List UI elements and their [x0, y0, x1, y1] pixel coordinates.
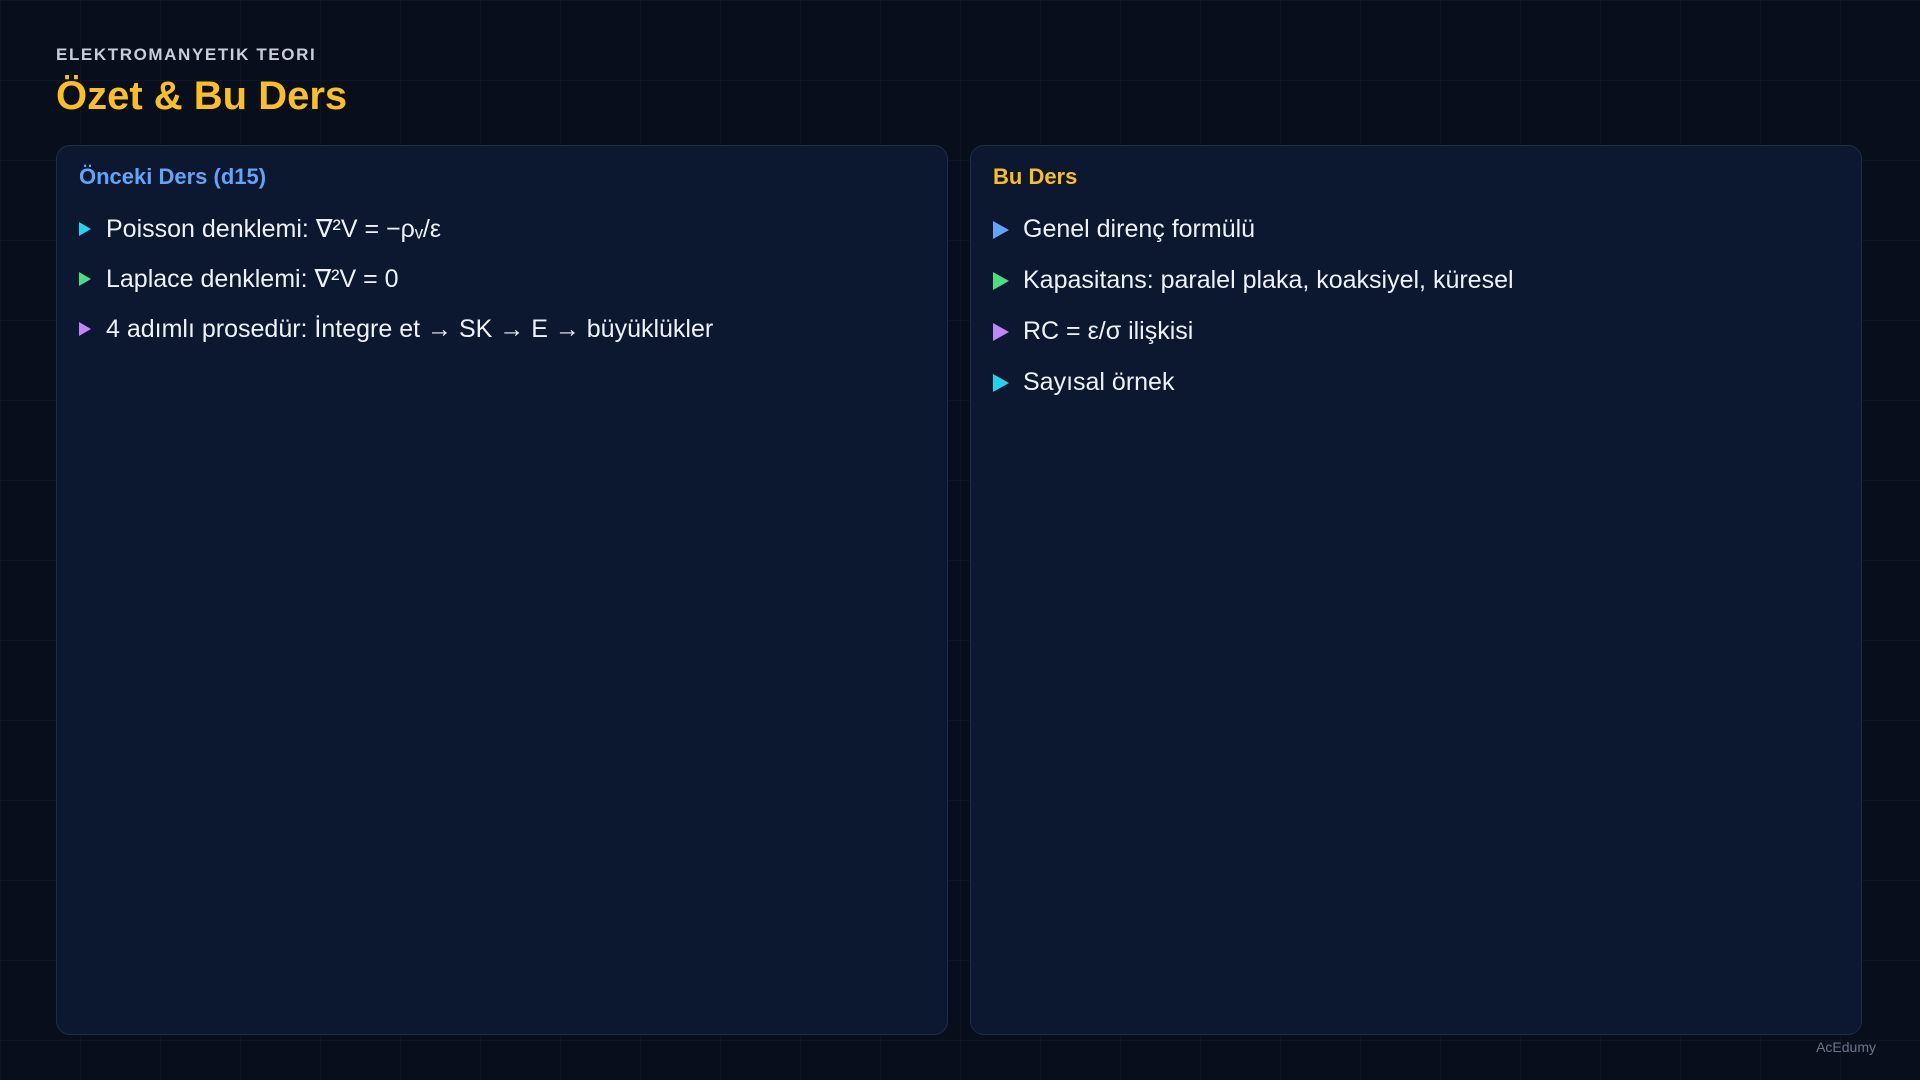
triangle-bullet-icon [79, 272, 91, 286]
triangle-bullet-icon [79, 222, 91, 236]
list-item: Genel direnç formülü [993, 204, 1839, 255]
previous-lesson-heading: Önceki Ders (d15) [79, 164, 267, 189]
slide: { "header": { "eyebrow": "ELEKTROMANYETI… [0, 0, 1920, 1080]
list-item-label: Genel direnç formülü [1023, 215, 1256, 243]
triangle-bullet-icon [79, 322, 91, 336]
this-lesson-list: Genel direnç formülü Kapasitans: paralel… [993, 204, 1839, 408]
slide-title: Özet & Bu Ders [56, 74, 348, 118]
previous-lesson-panel: Önceki Ders (d15) Poisson denklemi: ∇²V … [56, 145, 948, 1035]
list-item: Sayısal örnek [993, 357, 1839, 408]
list-item: Laplace denklemi: ∇²V = 0 [79, 254, 925, 304]
list-item: RC = ε/σ ilişkisi [993, 306, 1839, 357]
triangle-bullet-icon [993, 220, 1009, 239]
triangle-bullet-icon [993, 271, 1009, 290]
triangle-bullet-icon [993, 322, 1009, 341]
this-lesson-heading: Bu Ders [993, 164, 1078, 189]
list-item: Kapasitans: paralel plaka, koaksiyel, kü… [993, 255, 1839, 306]
brand-watermark: AcEdumy [1816, 1039, 1876, 1055]
list-item-label: 4 adımlı prosedür: İntegre et → SK → E →… [106, 314, 714, 343]
this-lesson-panel: Bu Ders Genel direnç formülü Kapasitans:… [970, 145, 1862, 1035]
course-label: ELEKTROMANYETIK TEORI [56, 45, 317, 64]
list-item: 4 adımlı prosedür: İntegre et → SK → E →… [79, 304, 925, 354]
triangle-bullet-icon [993, 373, 1009, 392]
previous-lesson-list: Poisson denklemi: ∇²V = −ρᵥ/ε Laplace de… [79, 204, 925, 354]
list-item-label: Laplace denklemi: ∇²V = 0 [106, 265, 399, 293]
list-item-label: Kapasitans: paralel plaka, koaksiyel, kü… [1023, 266, 1514, 294]
list-item: Poisson denklemi: ∇²V = −ρᵥ/ε [79, 204, 925, 254]
list-item-label: Poisson denklemi: ∇²V = −ρᵥ/ε [106, 215, 441, 243]
list-item-label: Sayısal örnek [1023, 368, 1175, 396]
list-item-label: RC = ε/σ ilişkisi [1023, 317, 1194, 345]
